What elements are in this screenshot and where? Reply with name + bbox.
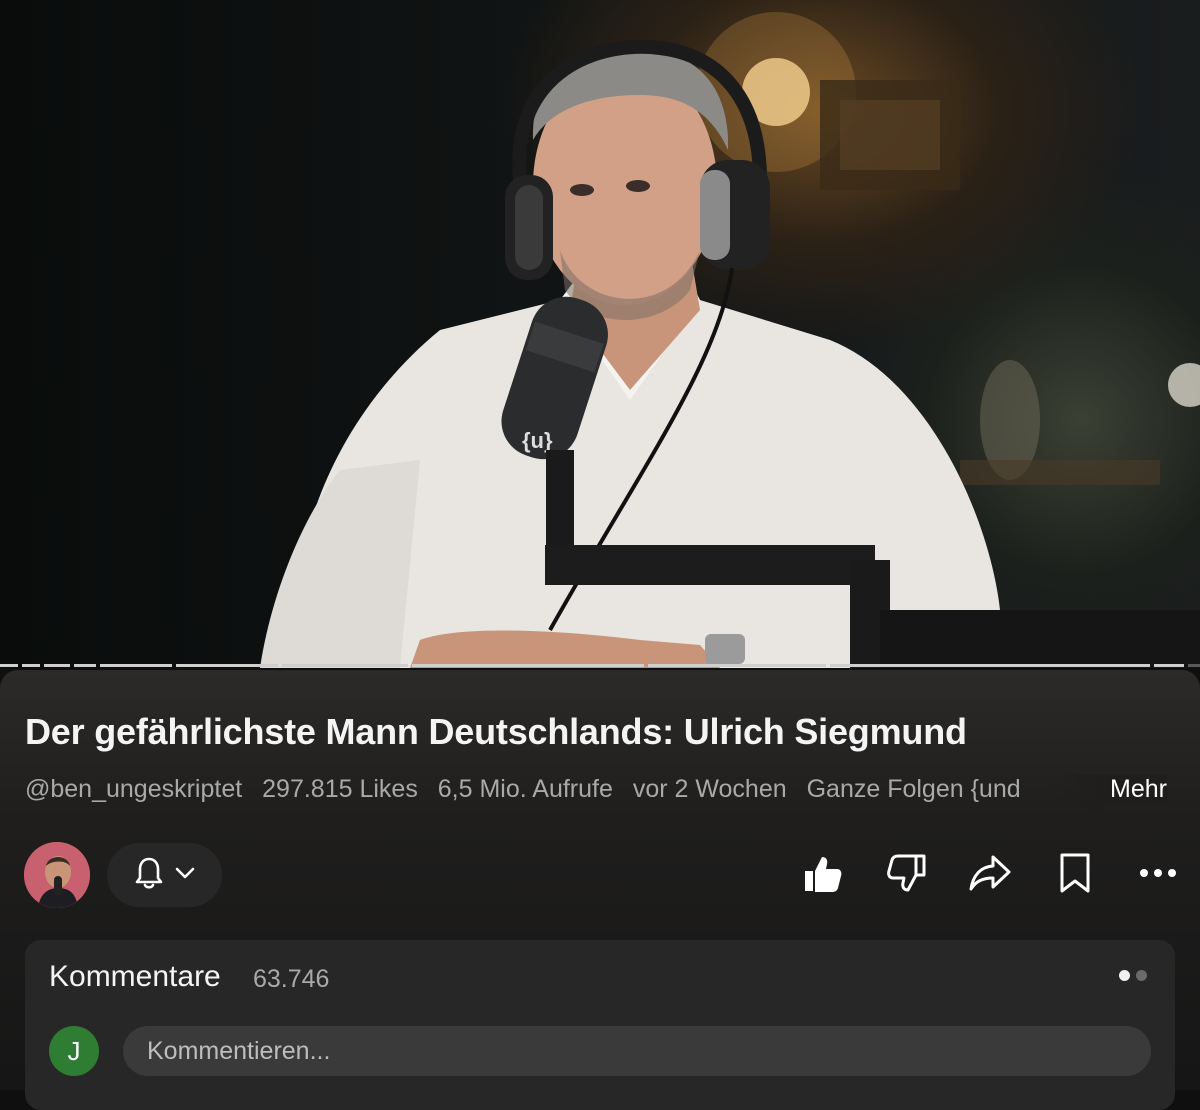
bell-icon (134, 856, 164, 895)
upload-age: vor 2 Wochen (632, 775, 787, 803)
like-button[interactable] (798, 850, 846, 900)
comments-page-indicator (1119, 970, 1147, 981)
dislike-button[interactable] (883, 850, 931, 900)
chapter-segment (0, 664, 18, 667)
chapter-segment (412, 664, 644, 667)
chapter-segment (176, 664, 278, 667)
video-player[interactable]: {u} (0, 0, 1200, 668)
comments-count: 63.746 (253, 965, 330, 993)
chapter-segment (22, 664, 40, 667)
more-button[interactable]: Mehr (1106, 775, 1167, 804)
video-title[interactable]: Der gefährlichste Mann Deutschlands: Ulr… (25, 711, 967, 753)
more-options-button[interactable] (1134, 850, 1182, 900)
channel-avatar[interactable] (24, 842, 90, 908)
like-count: 297.815 Likes (262, 775, 418, 803)
chapter-segment (44, 664, 70, 667)
thumbs-down-icon (885, 851, 929, 900)
more-horizontal-icon (1138, 866, 1178, 884)
share-icon (967, 852, 1013, 899)
mic-logo: {u} (522, 428, 553, 453)
chapter-segment (830, 664, 1150, 667)
chevron-down-icon (174, 866, 196, 885)
user-avatar: J (49, 1026, 99, 1076)
chapter-segment (100, 664, 172, 667)
video-frame-illustration: {u} (260, 12, 1200, 668)
chapter-segment (1154, 664, 1184, 667)
video-progress-bar[interactable] (0, 664, 1200, 668)
comment-input[interactable]: Kommentieren... (123, 1026, 1151, 1076)
share-button[interactable] (966, 850, 1014, 900)
chapter-segment (74, 664, 96, 667)
description-snippet: Ganze Folgen {und (806, 775, 1021, 803)
avatar-image (24, 842, 90, 908)
channel-handle[interactable]: @ben_ungeskriptet (25, 775, 242, 803)
chapter-segment (282, 664, 408, 667)
view-count: 6,5 Mio. Aufrufe (437, 775, 613, 803)
chapter-segment (648, 664, 826, 667)
video-metadata[interactable]: @ben_ungeskriptet 297.815 Likes 6,5 Mio.… (25, 775, 1175, 809)
chapter-segment-remaining (1188, 664, 1200, 667)
notification-bell-button[interactable] (107, 843, 222, 907)
thumbs-up-icon (800, 851, 844, 900)
bookmark-icon (1055, 851, 1095, 900)
save-button[interactable] (1051, 850, 1099, 900)
comments-title: Kommentare (49, 960, 221, 993)
description-fade (1045, 775, 1105, 809)
comments-card[interactable]: Kommentare 63.746 J Kommentieren... (25, 940, 1175, 1110)
